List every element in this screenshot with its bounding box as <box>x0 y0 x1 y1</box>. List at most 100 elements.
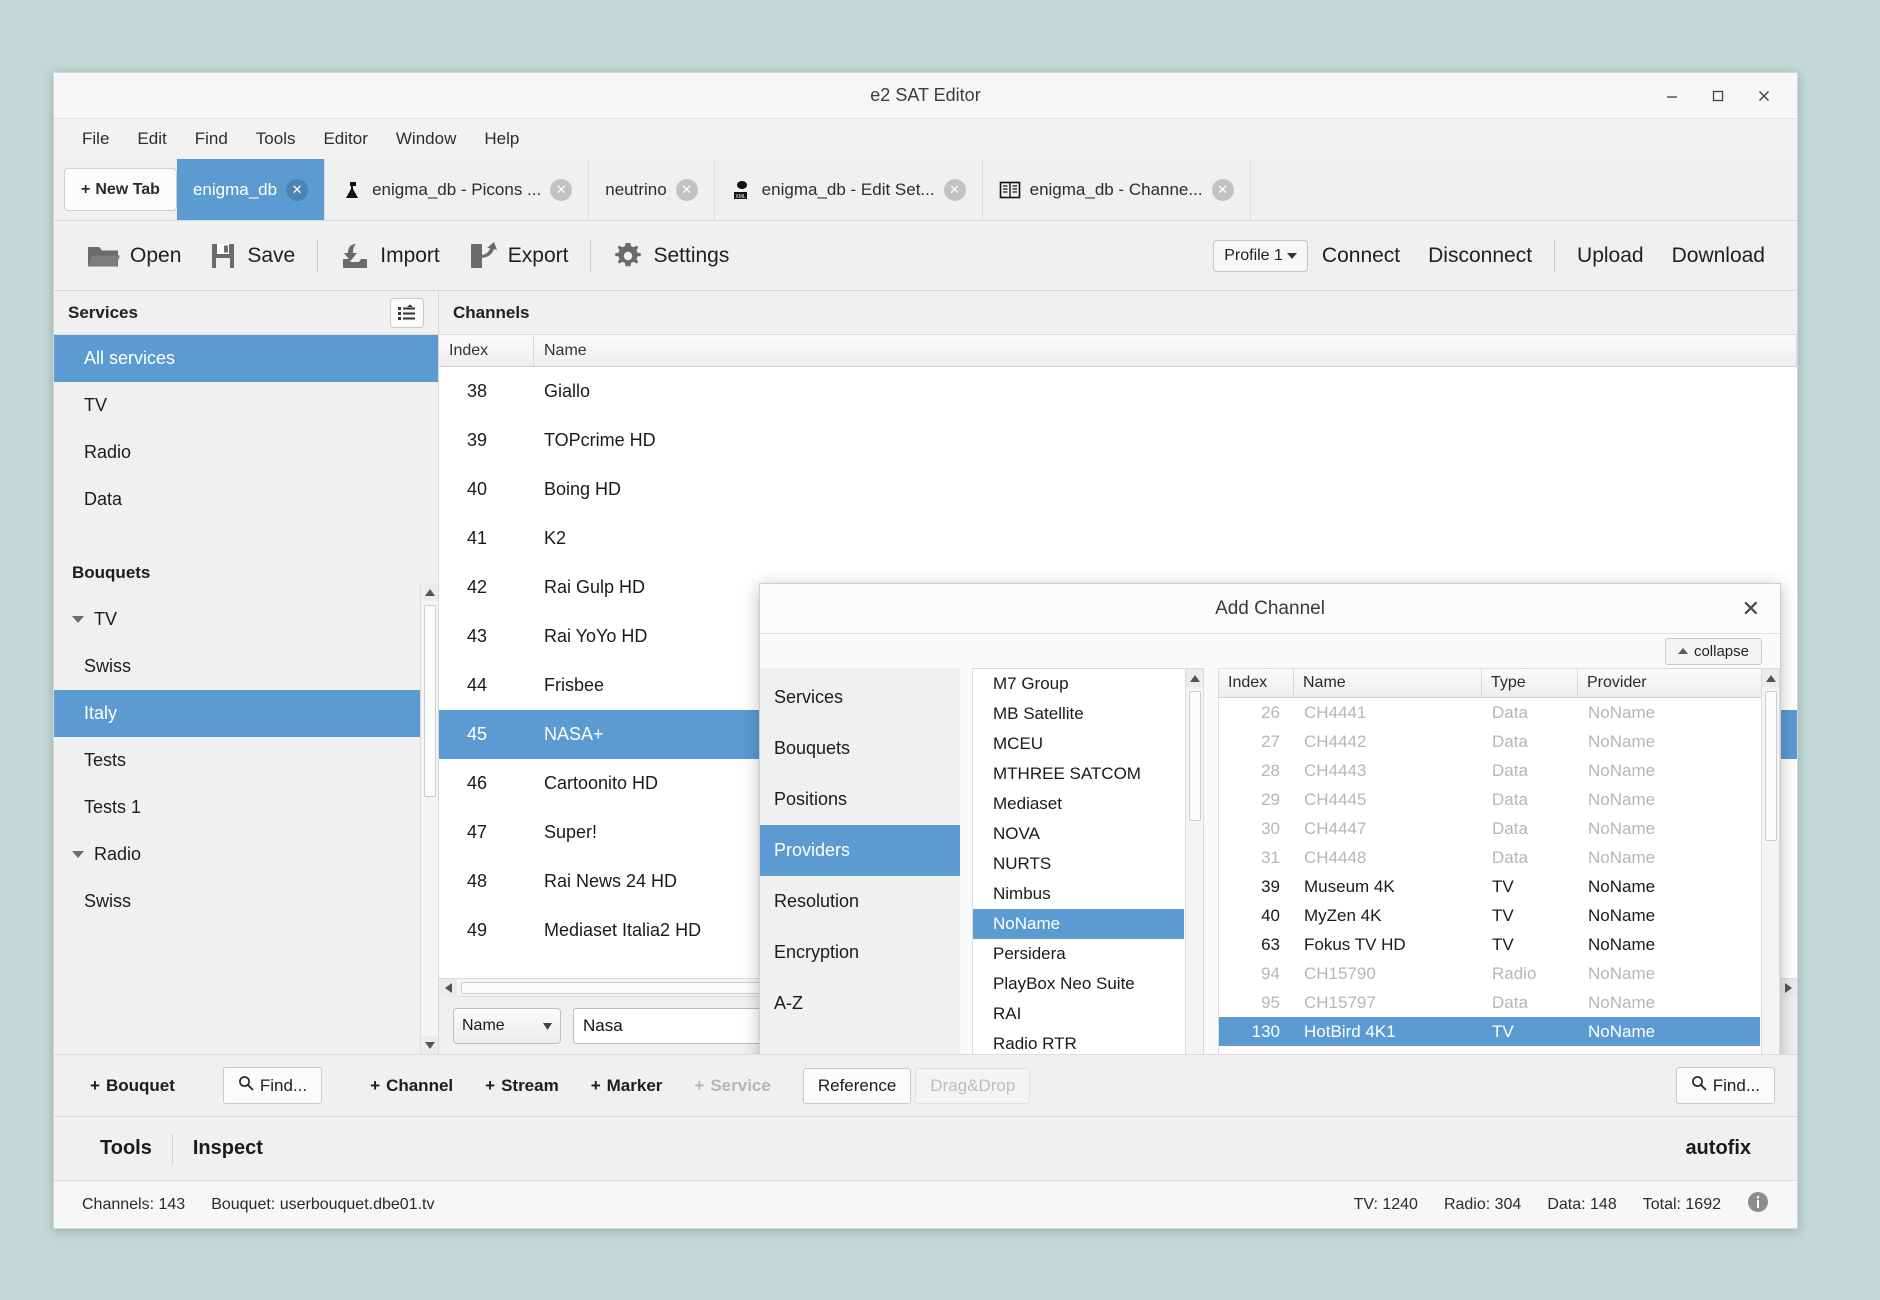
info-icon[interactable] <box>1747 1191 1769 1218</box>
close-icon[interactable]: ✕ <box>675 178 698 201</box>
settings-button[interactable]: Settings <box>599 233 743 279</box>
add-stream-button[interactable]: + Stream <box>471 1069 573 1103</box>
reference-button[interactable]: Reference <box>802 1067 912 1104</box>
close-icon[interactable]: ✕ <box>286 178 309 201</box>
services-item-radio[interactable]: Radio <box>54 429 438 476</box>
bouquet-group-radio[interactable]: Radio <box>54 831 438 878</box>
table-row[interactable]: 63 Fokus TV HD TV NoName <box>1219 930 1760 959</box>
autofix-button[interactable]: autofix <box>1665 1137 1771 1160</box>
tab-enigma-db-edit-settings[interactable]: XML enigma_db - Edit Set... ✕ <box>715 159 983 220</box>
column-header-index[interactable]: Index <box>439 335 534 366</box>
find-channel-button[interactable]: Find... <box>1675 1067 1775 1104</box>
table-vscrollbar[interactable] <box>1761 669 1779 1054</box>
services-item-data[interactable]: Data <box>54 476 438 523</box>
scrollbar-thumb[interactable] <box>1189 691 1201 821</box>
provider-scrollbar[interactable] <box>1185 669 1203 1054</box>
services-scrollbar[interactable] <box>420 583 438 1054</box>
list-item[interactable]: MTHREE SATCOM <box>973 759 1184 789</box>
bouquet-item-swiss[interactable]: Swiss <box>54 643 438 690</box>
services-item-tv[interactable]: TV <box>54 382 438 429</box>
find-field-select[interactable]: Name <box>453 1007 561 1044</box>
close-icon[interactable] <box>1741 76 1787 116</box>
bouquet-item-tests[interactable]: Tests <box>54 737 438 784</box>
bouquet-group-tv[interactable]: TV <box>54 596 438 643</box>
column-header-name[interactable]: Name <box>1294 669 1482 698</box>
menu-help[interactable]: Help <box>472 124 531 154</box>
profile-select[interactable]: Profile 1 <box>1213 239 1308 272</box>
add-channel-button[interactable]: + Channel <box>356 1069 467 1103</box>
new-tab-button[interactable]: + New Tab <box>64 168 177 211</box>
table-row[interactable]: 30 CH4447 Data NoName <box>1219 814 1760 843</box>
category-positions[interactable]: Positions <box>760 774 960 825</box>
menu-tools[interactable]: Tools <box>244 124 308 154</box>
open-button[interactable]: Open <box>72 234 195 278</box>
list-item[interactable]: MCEU <box>973 729 1184 759</box>
category-encryption[interactable]: Encryption <box>760 927 960 978</box>
table-row[interactable]: 40 MyZen 4K TV NoName <box>1219 901 1760 930</box>
find-bouquet-button[interactable]: Find... <box>222 1067 323 1104</box>
bouquet-item-tests-1[interactable]: Tests 1 <box>54 784 438 831</box>
scroll-left-arrow[interactable] <box>439 978 457 997</box>
list-item-selected[interactable]: NoName <box>973 909 1184 939</box>
category-bouquets[interactable]: Bouquets <box>760 723 960 774</box>
list-item[interactable]: Persidera <box>973 939 1184 969</box>
table-row[interactable]: 94 CH15790 Radio NoName <box>1219 959 1760 988</box>
category-resolution[interactable]: Resolution <box>760 876 960 927</box>
table-row[interactable]: 26 CH4441 Data NoName <box>1219 698 1760 727</box>
table-row[interactable]: 28 CH4443 Data NoName <box>1219 756 1760 785</box>
column-header-provider[interactable]: Provider <box>1578 669 1779 698</box>
table-row[interactable]: 41 K2 <box>439 514 1797 563</box>
list-item[interactable]: Radio RTR <box>973 1029 1184 1054</box>
list-item[interactable]: M7 Group <box>973 669 1184 699</box>
category-services[interactable]: Services <box>760 672 960 723</box>
bouquet-item-radio-swiss[interactable]: Swiss <box>54 878 438 925</box>
add-marker-button[interactable]: + Marker <box>577 1069 677 1103</box>
list-item[interactable]: RAI <box>973 999 1184 1029</box>
scrollbar-thumb[interactable] <box>424 605 436 797</box>
list-view-toggle-icon[interactable] <box>390 297 424 328</box>
column-header-name[interactable]: Name <box>534 335 1797 366</box>
menu-editor[interactable]: Editor <box>311 124 379 154</box>
category-providers[interactable]: Providers <box>760 825 960 876</box>
table-row[interactable]: 29 CH4445 Data NoName <box>1219 785 1760 814</box>
export-button[interactable]: Export <box>454 233 583 279</box>
column-header-index[interactable]: Index <box>1219 669 1294 698</box>
close-icon[interactable]: ✕ <box>943 178 966 201</box>
table-row[interactable]: 39 Museum 4K TV NoName <box>1219 872 1760 901</box>
disconnect-button[interactable]: Disconnect <box>1414 236 1546 276</box>
scroll-up-arrow[interactable] <box>1186 669 1203 687</box>
close-icon[interactable]: ✕ <box>550 178 573 201</box>
table-row[interactable]: 95 CH15797 Data NoName <box>1219 988 1760 1017</box>
table-row[interactable]: 39 TOPcrime HD <box>439 416 1797 465</box>
scroll-down-arrow[interactable] <box>421 1036 438 1054</box>
download-button[interactable]: Download <box>1658 236 1779 276</box>
tab-neutrino[interactable]: neutrino ✕ <box>589 159 715 220</box>
bouquet-item-italy[interactable]: Italy <box>54 690 438 737</box>
list-item[interactable]: Nimbus <box>973 879 1184 909</box>
menu-window[interactable]: Window <box>384 124 468 154</box>
scroll-right-arrow[interactable] <box>1779 978 1797 997</box>
list-item[interactable]: NOVA <box>973 819 1184 849</box>
connect-button[interactable]: Connect <box>1308 236 1414 276</box>
table-row[interactable]: 40 Boing HD <box>439 465 1797 514</box>
import-button[interactable]: Import <box>326 233 454 279</box>
list-item[interactable]: PlayBox Neo Suite <box>973 969 1184 999</box>
upload-button[interactable]: Upload <box>1563 236 1658 276</box>
minimize-icon[interactable] <box>1649 76 1695 116</box>
collapse-button[interactable]: collapse <box>1664 637 1762 665</box>
tab-enigma-db[interactable]: enigma_db ✕ <box>176 159 326 220</box>
tab-enigma-db-channels[interactable]: enigma_db - Channe... ✕ <box>983 159 1251 220</box>
menu-edit[interactable]: Edit <box>125 124 178 154</box>
list-item[interactable]: Mediaset <box>973 789 1184 819</box>
category-a-z[interactable]: A-Z <box>760 978 960 1029</box>
maximize-icon[interactable] <box>1695 76 1741 116</box>
menu-file[interactable]: File <box>70 124 121 154</box>
list-item[interactable]: MB Satellite <box>973 699 1184 729</box>
column-header-type[interactable]: Type <box>1482 669 1578 698</box>
table-row[interactable]: 38 Giallo <box>439 367 1797 416</box>
services-item-all[interactable]: All services <box>54 335 438 382</box>
scrollbar-thumb[interactable] <box>1765 691 1777 841</box>
inspect-tab[interactable]: Inspect <box>173 1137 283 1160</box>
tab-enigma-db-picons[interactable]: enigma_db - Picons ... ✕ <box>325 159 590 220</box>
scroll-up-arrow[interactable] <box>1762 669 1779 687</box>
